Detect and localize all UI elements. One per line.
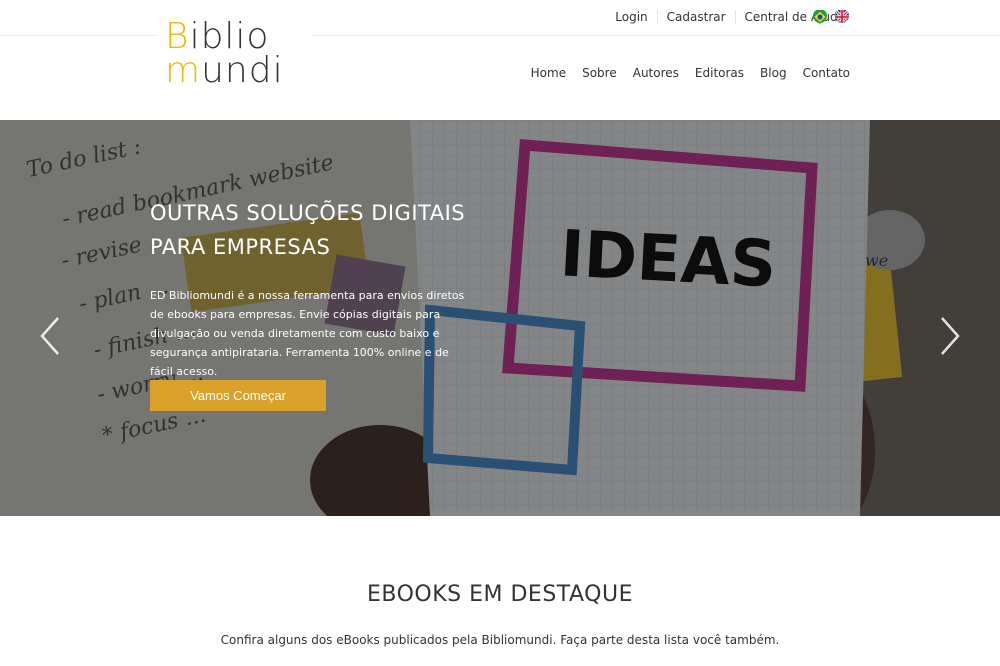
nav-contact[interactable]: Contato xyxy=(803,66,850,80)
logo-wordmark: Biblio mundi xyxy=(165,16,284,91)
nav-blog[interactable]: Blog xyxy=(760,66,787,80)
nav-authors[interactable]: Autores xyxy=(633,66,679,80)
featured-ebooks-subtitle: Confira alguns dos eBooks publicados pel… xyxy=(220,633,780,647)
register-link[interactable]: Cadastrar xyxy=(656,9,735,24)
nav-about[interactable]: Sobre xyxy=(582,66,617,80)
slider-next-arrow-icon[interactable] xyxy=(938,316,962,356)
get-started-button[interactable]: Vamos Começar xyxy=(150,380,326,411)
featured-ebooks-title: EBOOKS EM DESTAQUE xyxy=(366,582,634,607)
hero-description: ED Bibliomundi é a nossa ferramenta para… xyxy=(150,289,465,378)
login-link[interactable]: Login xyxy=(606,10,656,24)
bibliomundi-logo[interactable]: Biblio mundi xyxy=(157,14,313,104)
main-nav: Home Sobre Autores Editoras Blog Contato xyxy=(515,66,850,80)
hero-title: OUTRAS SOLUÇÕES DIGITAIS PARA EMPRESAS xyxy=(150,201,466,259)
top-bar: Login Cadastrar Central de Ajuda xyxy=(0,0,1000,36)
uk-flag-icon[interactable] xyxy=(835,9,849,23)
brazil-flag-icon[interactable] xyxy=(813,9,827,23)
language-switcher xyxy=(813,9,849,23)
slider-prev-arrow-icon[interactable] xyxy=(38,316,62,356)
nav-publishers[interactable]: Editoras xyxy=(695,66,744,80)
nav-home[interactable]: Home xyxy=(531,66,566,80)
